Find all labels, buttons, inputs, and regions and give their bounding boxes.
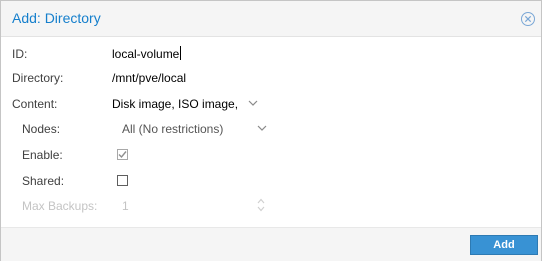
dialog-title: Add: Directory bbox=[12, 10, 101, 26]
dialog-footer: Add bbox=[1, 227, 541, 261]
nodes-select[interactable]: All (No restrictions) bbox=[122, 122, 223, 136]
directory-label: Directory: bbox=[12, 71, 64, 85]
close-icon[interactable] bbox=[520, 11, 536, 27]
id-label: ID: bbox=[12, 47, 28, 61]
checkmark-icon bbox=[118, 151, 127, 159]
id-input-value: local-volume bbox=[112, 47, 180, 61]
max-backups-field: 1 bbox=[122, 199, 129, 213]
add-button[interactable]: Add bbox=[470, 235, 538, 255]
enable-label: Enable: bbox=[22, 148, 63, 162]
dialog-header: Add: Directory bbox=[1, 1, 541, 37]
text-caret bbox=[180, 46, 182, 60]
content-label: Content: bbox=[12, 97, 58, 111]
id-field[interactable]: local-volume bbox=[112, 46, 182, 62]
enable-checkbox[interactable] bbox=[117, 149, 128, 160]
add-directory-dialog: Add: Directory ID: local-volume Director… bbox=[0, 0, 542, 261]
max-backups-label: Max Backups: bbox=[22, 199, 98, 213]
chevron-down-icon[interactable] bbox=[257, 125, 267, 131]
chevron-down-icon[interactable] bbox=[248, 100, 258, 106]
nodes-label: Nodes: bbox=[22, 122, 61, 136]
shared-label: Shared: bbox=[22, 174, 65, 188]
shared-checkbox[interactable] bbox=[117, 175, 128, 186]
directory-field[interactable]: /mnt/pve/local bbox=[112, 71, 186, 85]
spinner-updown-icon bbox=[257, 198, 265, 212]
content-select[interactable]: Disk image, ISO image, bbox=[112, 97, 238, 111]
